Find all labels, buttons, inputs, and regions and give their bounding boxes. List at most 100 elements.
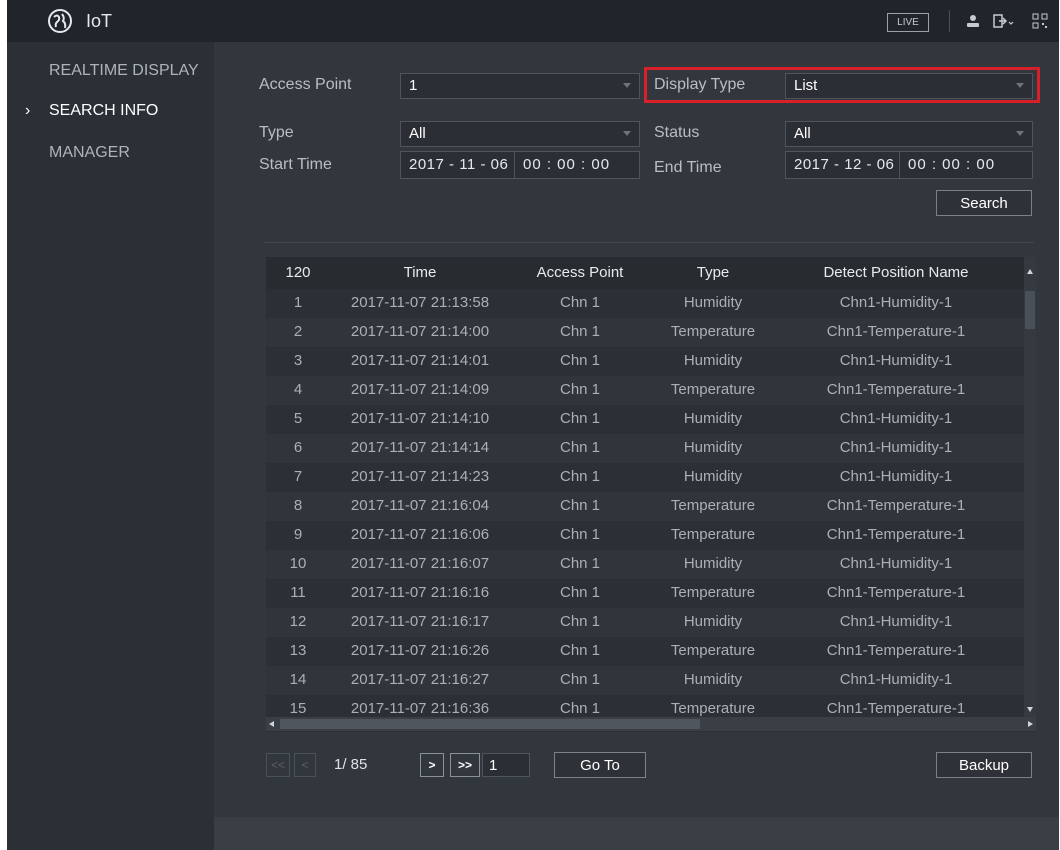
scroll-left-icon[interactable]	[269, 721, 274, 727]
end-time-field[interactable]: 2017 - 12 - 06 00 : 00 : 00	[785, 151, 1033, 179]
start-time-field[interactable]: 2017 - 11 - 06 00 : 00 : 00	[400, 151, 640, 179]
status-select[interactable]: All	[785, 121, 1033, 147]
start-clock-value: 00 : 00 : 00	[523, 156, 611, 173]
cell-detect-position: Chn1-Humidity-1	[839, 671, 953, 688]
cell-time: 2017-11-07 21:16:27	[350, 671, 490, 688]
go-to-button[interactable]: Go To	[554, 752, 646, 778]
table-row[interactable]: 13 2017-11-07 21:16:26 Chn 1 Temperature Chn…	[266, 637, 1024, 666]
backup-button[interactable]: Backup	[936, 752, 1032, 778]
status-bar	[214, 817, 1059, 850]
chevron-down-icon	[1016, 83, 1024, 88]
table-row[interactable]: 4 2017-11-07 21:14:09 Chn 1 Temperature Chn1…	[266, 376, 1024, 405]
cell-detect-position: Chn1-Temperature-1	[826, 642, 966, 659]
cell-detect-position: Chn1-Humidity-1	[839, 439, 953, 456]
table-row[interactable]: 12 2017-11-07 21:16:17 Chn 1 Humidity Chn1-H…	[266, 608, 1024, 637]
vertical-scrollbar[interactable]	[1024, 257, 1036, 717]
cell-access-point: Chn 1	[559, 323, 601, 340]
cell-access-point: Chn 1	[559, 497, 601, 514]
table-row[interactable]: 1 2017-11-07 21:13:58 Chn 1 Humidity Chn1-Hu…	[266, 289, 1024, 318]
cell-index: 2	[293, 323, 303, 340]
cell-time: 2017-11-07 21:14:10	[350, 410, 490, 427]
cell-index: 11	[290, 584, 306, 601]
scrollbar-thumb[interactable]	[280, 719, 700, 729]
cell-index: 6	[293, 439, 303, 456]
user-icon[interactable]	[965, 13, 981, 29]
chevron-down-icon	[623, 131, 631, 136]
table-row[interactable]: 7 2017-11-07 21:14:23 Chn 1 Humidity Chn1-Hu…	[266, 463, 1024, 492]
cell-type: Humidity	[683, 439, 743, 456]
cell-type: Humidity	[683, 294, 743, 311]
chevron-right-icon: ›	[25, 102, 31, 119]
live-button[interactable]: LIVE	[887, 13, 929, 32]
cell-access-point: Chn 1	[559, 642, 601, 659]
display-type-select[interactable]: List	[785, 73, 1033, 99]
last-page-button[interactable]: >>	[450, 753, 480, 777]
column-header-time: Time	[403, 264, 437, 281]
sidebar-item-label: MANAGER	[49, 144, 130, 161]
logout-icon[interactable]	[993, 13, 1015, 29]
chevron-down-icon	[623, 83, 631, 88]
cell-time: 2017-11-07 21:16:04	[350, 497, 490, 514]
start-date-value: 2017 - 11 - 06	[409, 156, 509, 173]
cell-access-point: Chn 1	[559, 671, 601, 688]
cell-time: 2017-11-07 21:14:09	[350, 381, 490, 398]
cell-type: Humidity	[683, 555, 743, 572]
access-point-value: 1	[409, 77, 418, 94]
table-row[interactable]: 2 2017-11-07 21:14:00 Chn 1 Temperature Chn1…	[266, 318, 1024, 347]
cell-time: 2017-11-07 21:16:07	[350, 555, 490, 572]
column-header-detect-position: Detect Position Name	[823, 264, 969, 281]
scrollbar-thumb[interactable]	[1025, 291, 1035, 329]
table-row[interactable]: 8 2017-11-07 21:16:04 Chn 1 Temperature Chn1…	[266, 492, 1024, 521]
cell-detect-position: Chn1-Temperature-1	[826, 700, 966, 717]
horizontal-scrollbar[interactable]	[266, 717, 1036, 731]
table-row[interactable]: 6 2017-11-07 21:14:14 Chn 1 Humidity Chn1-Hu…	[266, 434, 1024, 463]
app-title: IoT	[86, 11, 113, 31]
column-header-type: Type	[696, 264, 730, 281]
cell-type: Temperature	[670, 642, 756, 659]
end-date-value: 2017 - 12 - 06	[794, 156, 895, 173]
qr-code-icon[interactable]	[1032, 13, 1048, 29]
cell-time: 2017-11-07 21:14:14	[350, 439, 490, 456]
search-button[interactable]: Search	[936, 190, 1032, 216]
cell-index: 9	[293, 526, 303, 543]
cell-time: 2017-11-07 21:14:23	[350, 468, 490, 485]
table-row[interactable]: 3 2017-11-07 21:14:01 Chn 1 Humidity Chn1-Hu…	[266, 347, 1024, 376]
cell-index: 4	[293, 381, 303, 398]
table-row[interactable]: 9 2017-11-07 21:16:06 Chn 1 Temperature Chn1…	[266, 521, 1024, 550]
status-value: All	[794, 125, 811, 142]
access-point-label: Access Point	[259, 76, 352, 93]
end-time-label: End Time	[654, 159, 722, 176]
cell-index: 8	[293, 497, 303, 514]
cell-access-point: Chn 1	[559, 555, 601, 572]
cell-detect-position: Chn1-Humidity-1	[839, 352, 953, 369]
start-time-label: Start Time	[259, 156, 332, 173]
table-row[interactable]: 5 2017-11-07 21:14:10 Chn 1 Humidity Chn1-Hu…	[266, 405, 1024, 434]
cell-access-point: Chn 1	[559, 352, 601, 369]
scroll-up-icon[interactable]	[1027, 269, 1033, 274]
cell-time: 2017-11-07 21:13:58	[350, 294, 490, 311]
type-select[interactable]: All	[400, 121, 640, 147]
cell-detect-position: Chn1-Humidity-1	[839, 410, 953, 427]
prev-page-button[interactable]: <	[294, 753, 316, 777]
status-label: Status	[654, 124, 700, 141]
access-point-select[interactable]: 1	[400, 73, 640, 99]
cell-access-point: Chn 1	[559, 700, 601, 717]
sidebar-item-search-info[interactable]: › SEARCH INFO	[7, 92, 214, 132]
table-row[interactable]: 11 2017-11-07 21:16:16 Chn 1 Temperature Chn…	[266, 579, 1024, 608]
scroll-down-icon[interactable]	[1027, 707, 1033, 712]
sidebar-item-manager[interactable]: MANAGER	[7, 134, 214, 174]
first-page-button[interactable]: <<	[266, 753, 290, 777]
cell-time: 2017-11-07 21:16:17	[350, 613, 490, 630]
table-row[interactable]: 10 2017-11-07 21:16:07 Chn 1 Humidity Chn1-H…	[266, 550, 1024, 579]
page-number-input[interactable]	[482, 753, 530, 777]
cell-index: 3	[293, 352, 303, 369]
cell-index: 10	[289, 555, 307, 572]
scroll-right-icon[interactable]	[1028, 721, 1033, 727]
cell-access-point: Chn 1	[559, 584, 601, 601]
cell-time: 2017-11-07 21:14:00	[350, 323, 490, 340]
cell-access-point: Chn 1	[559, 410, 601, 427]
table-row[interactable]: 14 2017-11-07 21:16:27 Chn 1 Humidity Chn1-H…	[266, 666, 1024, 695]
app-window: IoT LIVE REALTIME DISPLAY › SEARCH INFO	[7, 0, 1059, 850]
next-page-button[interactable]: >	[420, 753, 444, 777]
sidebar-item-realtime-display[interactable]: REALTIME DISPLAY	[7, 52, 214, 92]
